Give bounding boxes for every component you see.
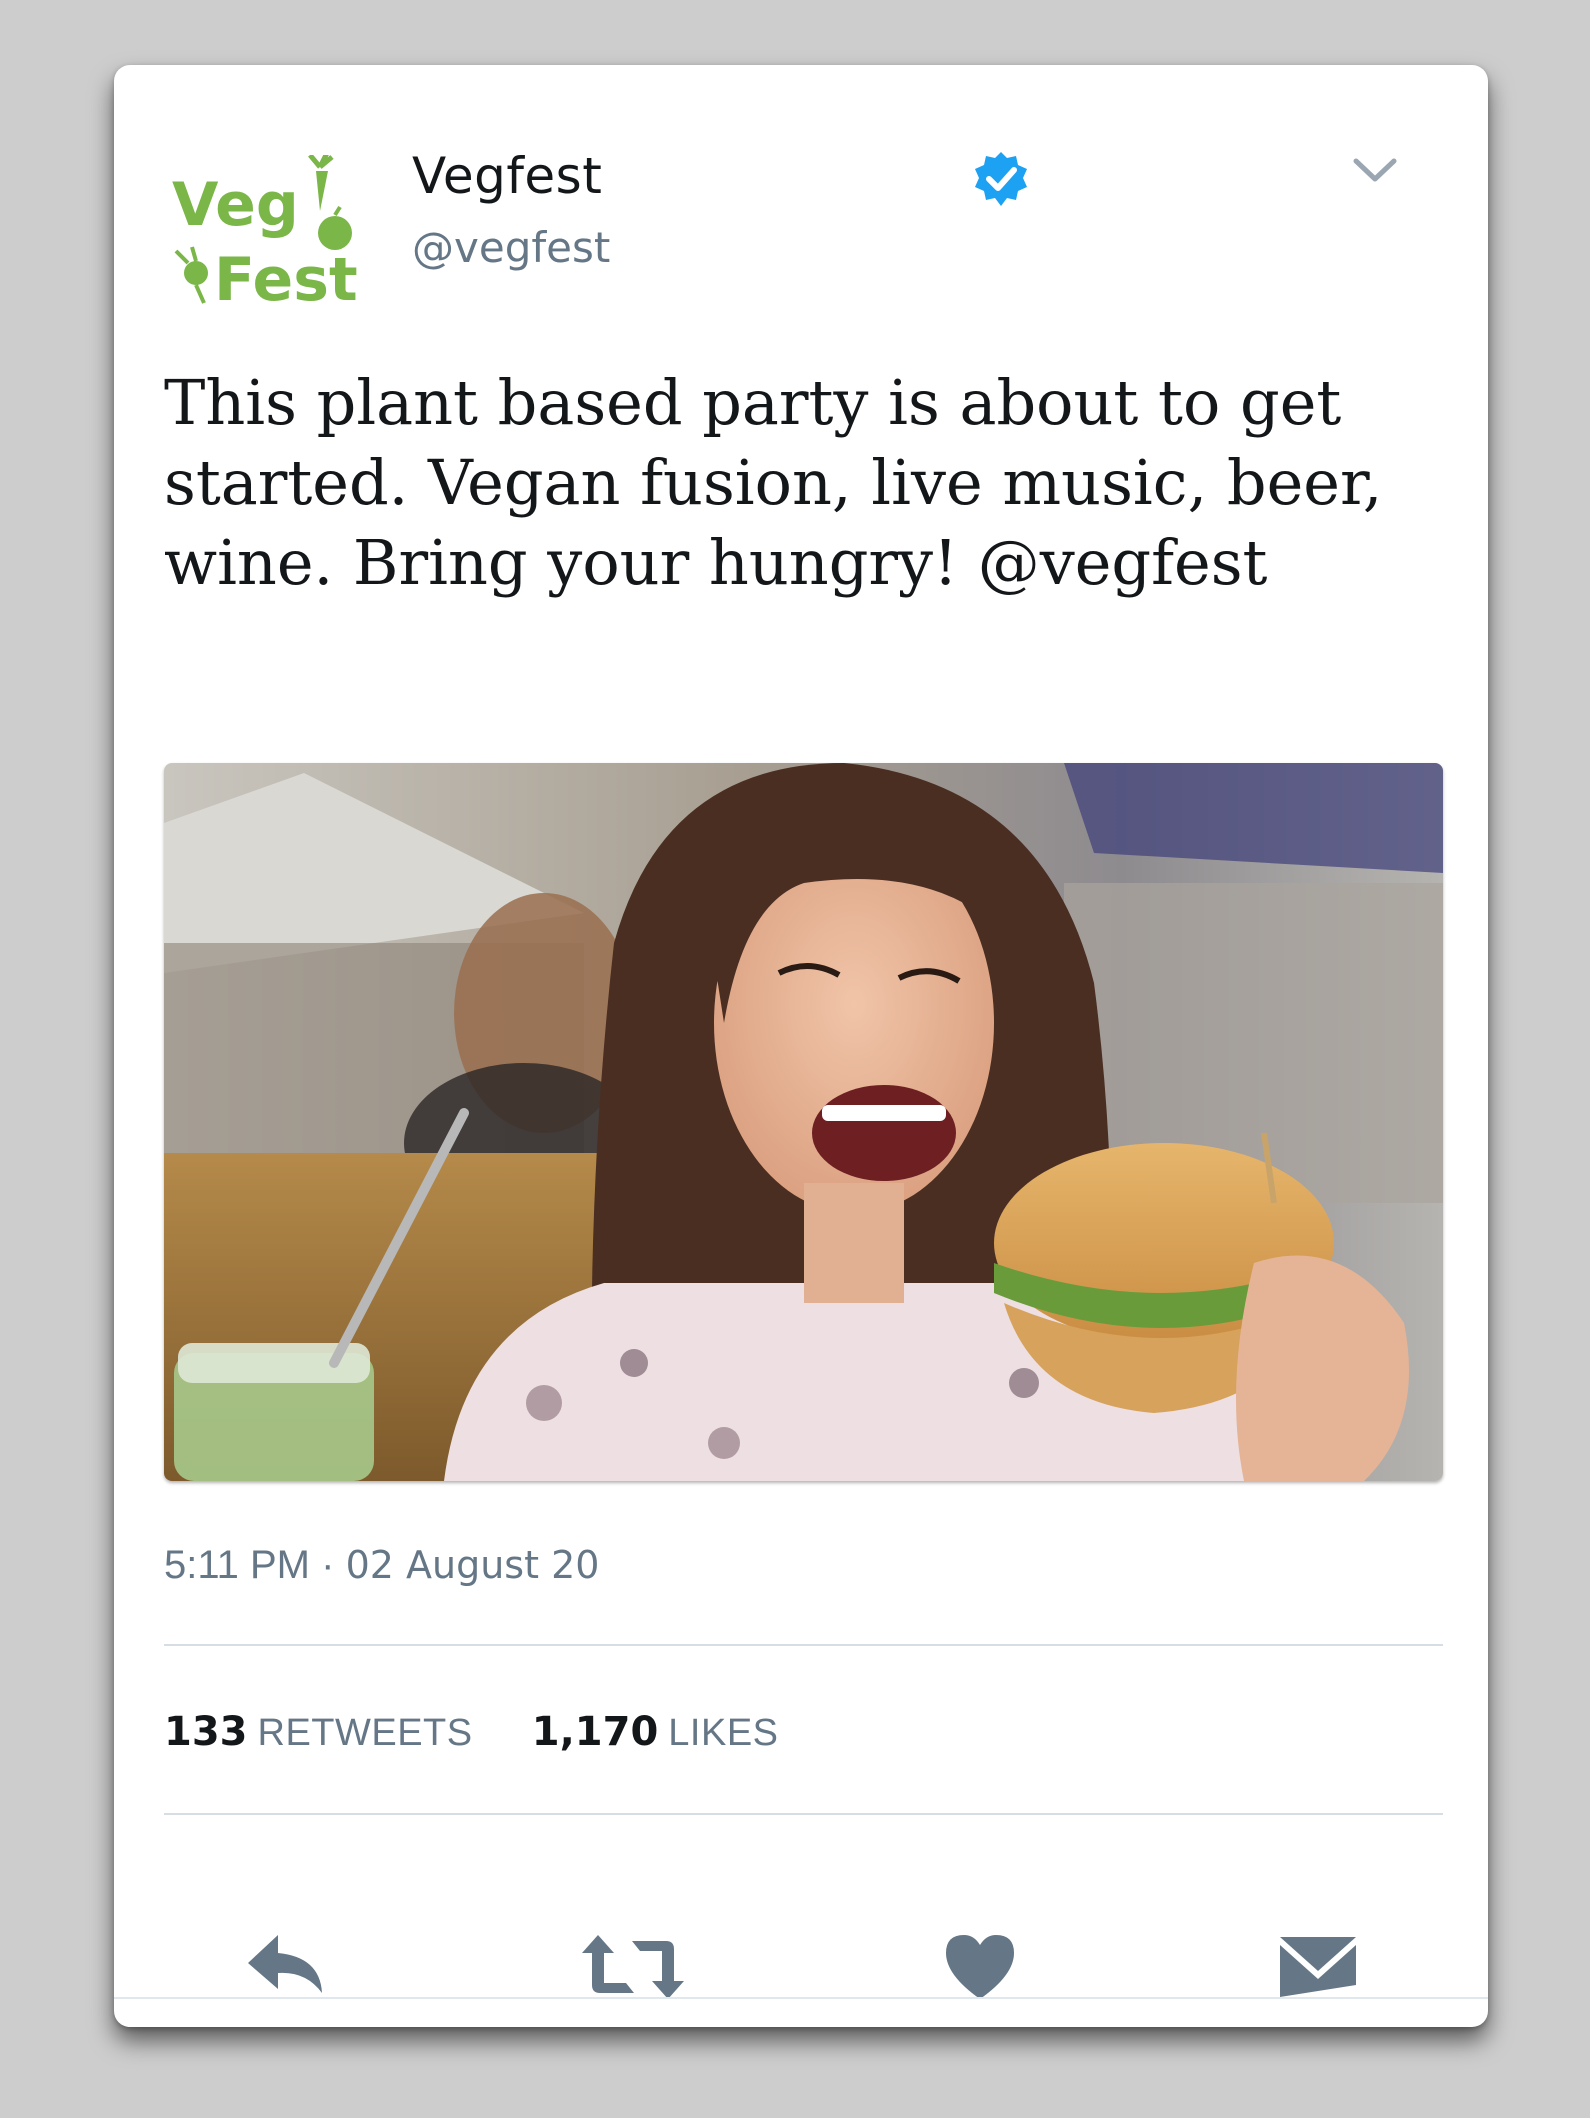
- account-handle[interactable]: @vegfest: [412, 223, 610, 272]
- timestamp-separator: ·: [321, 1543, 335, 1587]
- tweet-photo[interactable]: [164, 763, 1443, 1481]
- retweets-count: 133: [164, 1709, 248, 1755]
- tweet-time: 5:11 PM: [164, 1543, 310, 1587]
- retweet-icon[interactable]: [578, 1927, 688, 2007]
- retweets-stat[interactable]: 133 RETWEETS: [164, 1709, 484, 1755]
- tweet-date: 02 August 20: [345, 1543, 600, 1587]
- vegfest-logo: Veg Fest: [172, 155, 358, 315]
- likes-stat[interactable]: 1,170 LIKES: [531, 1709, 779, 1755]
- tweet-timestamp[interactable]: 5:11 PM · 02 August 20: [164, 1543, 599, 1588]
- envelope-icon[interactable]: [1276, 1927, 1360, 2007]
- logo-text-fest: Fest: [214, 245, 358, 315]
- likes-count: 1,170: [531, 1709, 659, 1755]
- likes-label: LIKES: [668, 1712, 779, 1754]
- chevron-down-icon[interactable]: [1352, 153, 1398, 187]
- tweet-card: Veg Fest Vegfest @vegfest This plant bas…: [114, 65, 1488, 2027]
- tweet-text: This plant based party is about to get s…: [164, 366, 1383, 599]
- retweets-label: RETWEETS: [257, 1712, 473, 1754]
- engagement-stats: 133 RETWEETS 1,170 LIKES: [164, 1709, 779, 1755]
- divider-top: [164, 1644, 1443, 1646]
- verified-badge-icon: [975, 152, 1027, 206]
- card-bottom-border: [114, 1997, 1488, 1999]
- display-name[interactable]: Vegfest: [412, 147, 602, 205]
- logo-text-veg: Veg: [172, 170, 299, 240]
- divider-bottom: [164, 1813, 1443, 1815]
- reply-icon[interactable]: [244, 1927, 334, 2007]
- heart-icon[interactable]: [940, 1927, 1020, 2007]
